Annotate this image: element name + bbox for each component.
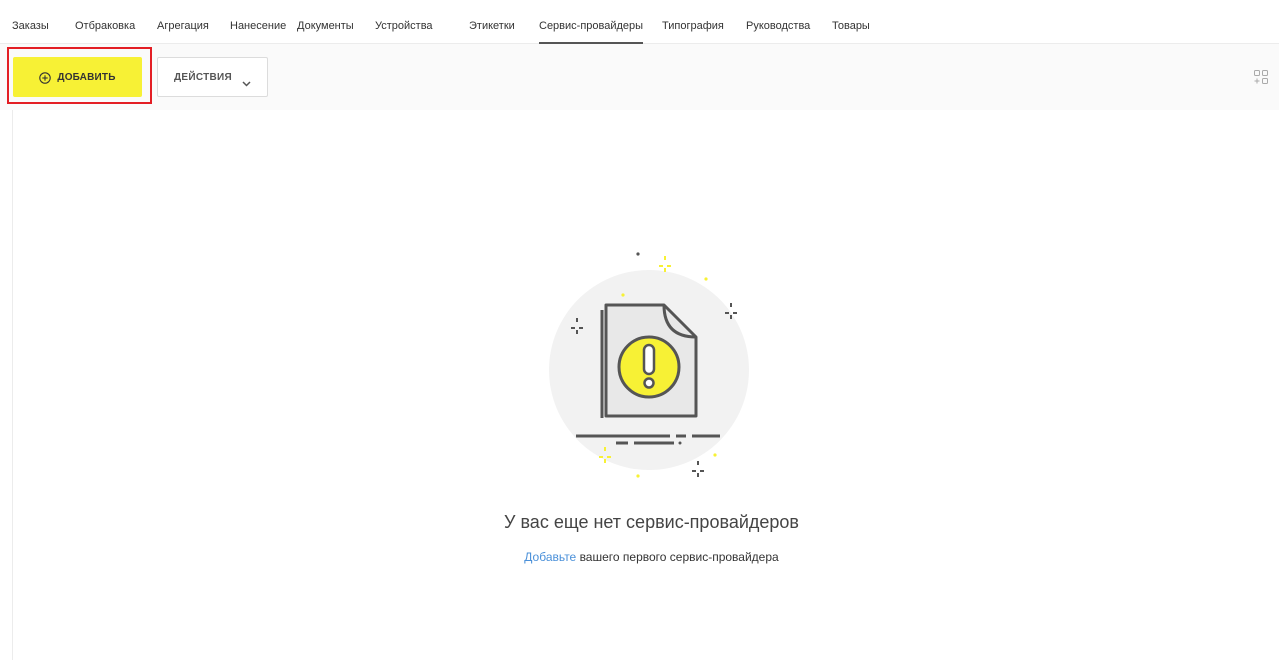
tab-products[interactable]: Товары (832, 10, 870, 44)
add-link[interactable]: Добавьте (524, 550, 576, 564)
toolbar: ДОБАВИТЬ ДЕЙСТВИЯ (0, 44, 1279, 110)
document-warning-icon (538, 240, 768, 480)
empty-state-subtitle: Добавьте вашего первого сервис-провайдер… (0, 550, 1279, 564)
tab-bar: Заказы Отбраковка Агрегация Нанесение До… (0, 10, 1279, 44)
empty-state-title: У вас еще нет сервис-провайдеров (504, 512, 799, 532)
actions-dropdown-button[interactable]: ДЕЙСТВИЯ (157, 57, 268, 97)
chevron-down-icon (242, 74, 251, 87)
tab-guides[interactable]: Руководства (746, 10, 810, 44)
plus-circle-icon (39, 71, 52, 84)
actions-button-label: ДЕЙСТВИЯ (173, 71, 233, 83)
tab-devices[interactable]: Устройства (375, 10, 433, 44)
tab-aggregation[interactable]: Агрегация (157, 10, 209, 44)
tab-labels[interactable]: Этикетки (469, 10, 515, 44)
empty-state-subtitle-text: вашего первого сервис-провайдера (576, 550, 779, 564)
tab-printing[interactable]: Нанесение (230, 10, 286, 44)
tab-print-shop[interactable]: Типография (662, 10, 724, 44)
add-button-label: ДОБАВИТЬ (57, 71, 116, 83)
tab-service-providers[interactable]: Сервис-провайдеры (539, 10, 644, 44)
add-button[interactable]: ДОБАВИТЬ (13, 57, 142, 97)
content-divider (12, 110, 13, 660)
tab-rejects[interactable]: Отбраковка (75, 10, 135, 44)
tab-documents[interactable]: Документы (297, 10, 354, 44)
grid-settings-icon[interactable] (1253, 69, 1269, 85)
tab-orders[interactable]: Заказы (12, 10, 49, 44)
